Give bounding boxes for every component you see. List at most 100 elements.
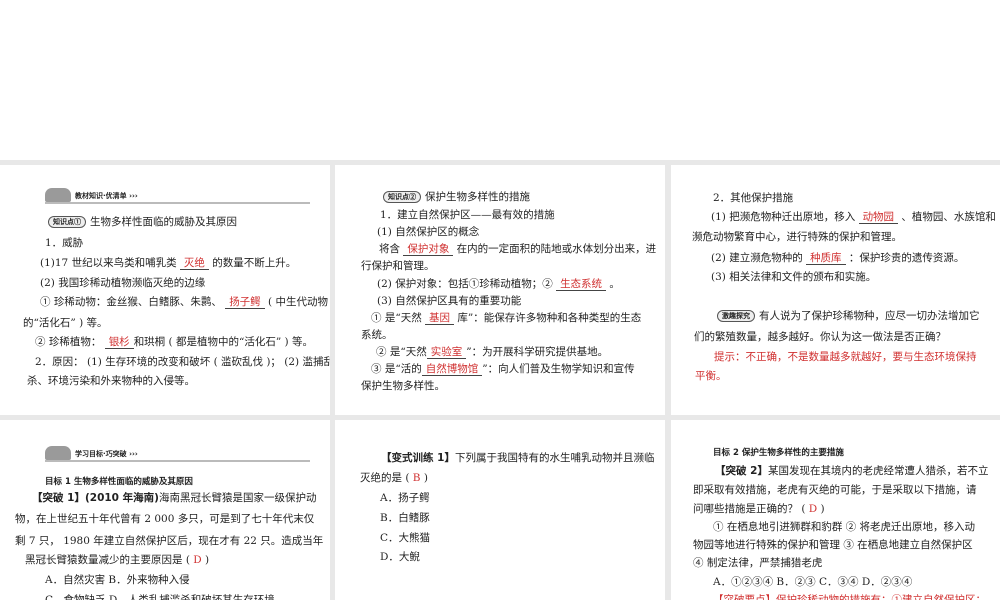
text: (2) 保护对象：包括①珍稀动植物；② (377, 278, 557, 290)
text: 有人说为了保护珍稀物种，应尽一切办法增加它 (759, 310, 980, 322)
text-line: ① 在栖息地引进狮群和豹群 ② 将老虎迁出原地，移入动 (713, 520, 975, 534)
text: (2) 我国珍稀动植物濒临灭绝的边缘 (40, 277, 206, 289)
section-heading: 生物多样性面临的威胁及其原因 (90, 216, 237, 228)
text-line: B．白鳍豚 (380, 511, 430, 525)
text-line: 的“活化石” ) 等。 (23, 316, 108, 330)
section-tag: 知识点① (48, 216, 86, 228)
question-label: 【突破 2】 (715, 465, 768, 477)
text: A．扬子鳄 (380, 492, 430, 504)
slide-panel-1: 教材知识·优清单 ››› 知识点① 生物多样性面临的威胁及其原因 1．威胁 (1)17 … (0, 165, 330, 415)
text: B．白鳍豚 (380, 512, 430, 524)
answer-text: 平衡。 (695, 370, 727, 382)
text-line: A．自然灾害 B．外来物种入侵 (45, 573, 190, 587)
text: ① 是“天然 (371, 312, 426, 324)
objective-heading: 目标 1 生物多样性面临的威胁及其原因 (45, 477, 193, 487)
text: 的“活化石” ) 等。 (23, 317, 108, 329)
text: 2．原因： (1) 生存环境的改变和破坏 ( 滥砍乱伐 )； (2) 滥捕乱 (35, 356, 330, 368)
text: ② 珍稀植物： (35, 336, 105, 348)
fill-in-answer: 动物园 (858, 211, 899, 224)
answer-text: B (412, 472, 421, 484)
text: ① 在栖息地引进狮群和豹群 ② 将老虎迁出原地，移入动 (713, 521, 976, 533)
text-line: ④ 制定法律，严禁捕猎老虎 (693, 556, 822, 570)
text: 系统。 (361, 329, 393, 341)
banner-title: 学习目标·巧突破 ››› (75, 450, 138, 458)
text-line: 知识点② 保护生物多样性的措施 (383, 190, 530, 204)
text: 海南黑冠长臂猿是国家一级保护动 (158, 492, 317, 504)
text-line: 知识点① 生物多样性面临的威胁及其原因 (48, 215, 237, 229)
text-line: (3) 自然保护区具有的重要功能 (377, 294, 521, 308)
text-line: 濒危动物繁育中心，进行特殊的保护和管理。 (692, 230, 902, 244)
text: ② 是“天然 (376, 346, 427, 358)
text: D．大鲵 (380, 551, 420, 563)
text: ) (201, 554, 210, 566)
text: 行保护和管理。 (361, 260, 435, 272)
text-line: (2) 我国珍稀动植物濒临灭绝的边缘 (40, 276, 205, 290)
text: 黑冠长臂猿数量减少的主要原因是 ( (25, 554, 194, 566)
text: 和珙桐 ( 都是植物中的“活化石” ) 等。 (133, 336, 313, 348)
text: (3) 相关法律和文件的颁布和实施。 (711, 271, 877, 283)
text-line: (2) 保护对象：包括①珍稀动植物；② 生态系统 。 (377, 277, 620, 291)
text-line: 黑冠长臂猿数量减少的主要原因是 ( D ) (25, 553, 209, 567)
fill-in-answer: 实验室 (426, 346, 467, 359)
text: 物，在上世纪五十年代曾有 2 000 多只，可是到了七十年代末仅 (15, 513, 315, 525)
slide-panel-4: 学习目标·巧突破 ››› 目标 1 生物多样性面临的威胁及其原因 【突破 1】(20… (0, 420, 330, 600)
text: 将含 (379, 243, 404, 255)
text: ”：向人们普及生物学知识和宣传 (482, 363, 635, 375)
text: ”：为开展科学研究提供基地。 (466, 346, 609, 358)
text: ：保护珍贵的遗传资源。 (845, 252, 965, 264)
text-line: 剩 7 只， 1980 年建立自然保护区后，现在才有 22 只。造成当年 (15, 534, 323, 548)
banner-title: 教材知识·优清单 ››› (75, 192, 138, 200)
text-line: 提示：不正确，不是数量越多就越好，要与生态环境保持 (714, 350, 977, 364)
text-line: 目标 2 保护生物多样性的主要措施 (713, 445, 844, 460)
text-line: 激趣探究 有人说为了保护珍稀物种，应尽一切办法增加它 (717, 309, 980, 323)
text-line: 【变式训练 1】下列属于我国特有的水生哺乳动物并且濒临 (381, 451, 654, 465)
fill-in-answer: 银杉 (104, 336, 134, 349)
text-line: 系统。 (361, 328, 393, 342)
text: 问哪些措施是正确的？ ( (693, 503, 809, 515)
text: 灭绝的是 ( (360, 472, 413, 484)
text-line: ① 是“天然 基因 库”：能保存许多物种和各种类型的生态 (371, 311, 641, 325)
text-line: (2) 建立濒危物种的 种质库 ：保护珍贵的遗传资源。 (711, 251, 964, 265)
text-line: 2．其他保护措施 (713, 191, 793, 205)
section-tag: 知识点② (383, 191, 421, 203)
mascot-icon (45, 446, 71, 460)
text: ( 中生代动物 (264, 296, 328, 308)
fill-in-answer: 自然博物馆 (421, 363, 483, 376)
text-line: 平衡。 (695, 369, 727, 383)
fill-in-answer: 灭绝 (179, 257, 209, 270)
fill-in-answer: 种质库 (806, 252, 846, 265)
text: (1) 自然保护区的概念 (377, 226, 480, 238)
text-line: 们的繁殖数量，越多越好。你认为这一做法是否正确？ (694, 330, 946, 344)
text-line: 目标 1 生物多样性面临的威胁及其原因 (45, 474, 193, 489)
text-line: 【突破 2】某国发现在其境内的老虎经常遭人猎杀，若不立 (715, 464, 988, 478)
slide-panel-2: 知识点② 保护生物多样性的措施 1．建立自然保护区——最有效的措施 (1) 自然保护区… (335, 165, 665, 415)
text-line: 灭绝的是 ( B ) (360, 471, 428, 485)
text: ) (817, 503, 825, 515)
text: ③ 是“活的 (371, 363, 422, 375)
text: 。 (606, 278, 620, 290)
fill-in-answer: 扬子鳄 (225, 296, 265, 309)
text: (3) 自然保护区具有的重要功能 (377, 295, 522, 307)
text-line: (1)17 世纪以来鸟类和哺乳类 灭绝 的数量不断上升。 (40, 256, 296, 270)
section-tag: 激趣探究 (717, 310, 755, 322)
text: 1．威胁 (45, 237, 84, 249)
text: 即采取有效措施，老虎有灭绝的可能，于是采取以下措施，请 (693, 484, 977, 496)
text: (2) 建立濒危物种的 (711, 252, 807, 264)
answer-text: 提示：不正确，不是数量越多就越好，要与生态环境保持 (714, 351, 977, 363)
slide-panel-5: 【变式训练 1】下列属于我国特有的水生哺乳动物并且濒临灭绝的是 ( B ) A．扬… (335, 420, 665, 600)
text: A．①②③④ B．②③ C．③④ D．②③④ (713, 576, 913, 588)
text-line: ① 珍稀动物：金丝猴、白鳍豚、朱鹮、 扬子鳄 ( 中生代动物 (40, 295, 328, 309)
text-line: 物，在上世纪五十年代曾有 2 000 多只，可是到了七十年代末仅 (15, 512, 314, 526)
text-line: (1) 自然保护区的概念 (377, 225, 479, 239)
text: ④ 制定法律，严禁捕猎老虎 (693, 557, 823, 569)
slide-panel-3: 2．其他保护措施 (1) 把濒危物种迁出原地，移入 动物园 、植物园、水族馆和 濒危… (671, 165, 1000, 415)
text-line: 即采取有效措施，老虎有灭绝的可能，于是采取以下措施，请 (693, 483, 977, 497)
text-line: C．食物缺乏 D．人类乱捕滥杀和破坏其生存环境 (45, 593, 275, 600)
text-line: 1．建立自然保护区——最有效的措施 (380, 208, 555, 222)
answer-text: D (808, 503, 818, 515)
text: C．大熊猫 (380, 532, 431, 544)
text: (1)17 世纪以来鸟类和哺乳类 (40, 257, 180, 269)
blank-top-area (0, 0, 1000, 160)
text: 某国发现在其境内的老虎经常遭人猎杀，若不立 (767, 465, 989, 477)
fill-in-answer: 保护对象 (403, 243, 454, 256)
